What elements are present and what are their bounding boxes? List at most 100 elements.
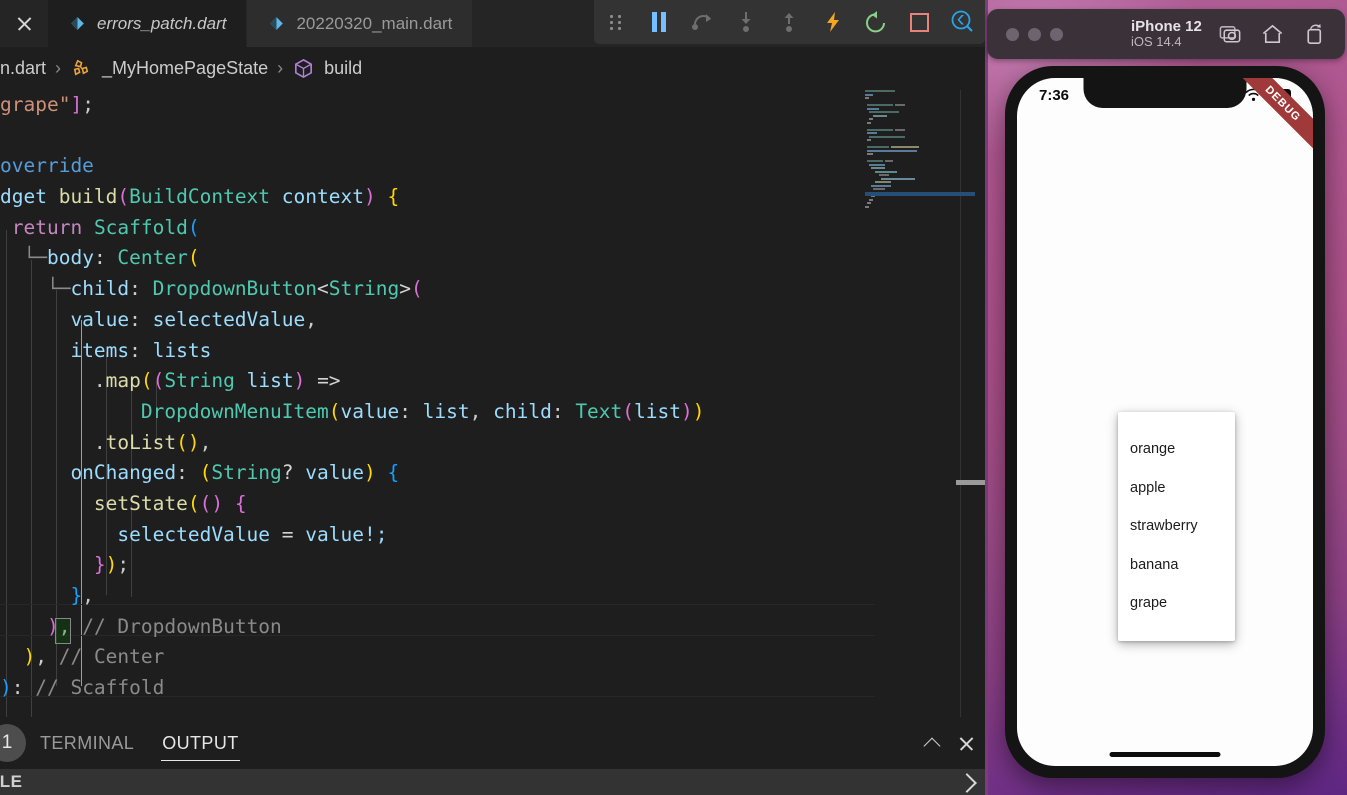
step-over-button[interactable] <box>681 0 724 44</box>
phone-screen[interactable]: 7:36 DEBUG orange apple strawberry banana gr… <box>1017 78 1313 766</box>
code-token: Text <box>575 399 623 423</box>
dropdown-menu-item[interactable]: orange <box>1118 430 1235 469</box>
code-line: .toList(), <box>0 428 705 459</box>
code-token: // DropdownButton <box>82 614 282 638</box>
minimap-row <box>865 125 975 127</box>
code-token: > <box>399 277 411 301</box>
minimap-token <box>895 128 905 131</box>
minimap-token <box>867 121 871 124</box>
minimap-token <box>867 104 893 106</box>
home-indicator <box>1109 752 1221 757</box>
minimap-token <box>865 90 895 92</box>
tab-20220320-main-dart[interactable]: 20220320_main.dart <box>247 0 474 47</box>
code-line: └─child: DropdownButton<String>( <box>0 274 705 305</box>
code-token: list <box>234 369 294 393</box>
zoom-window-dot[interactable] <box>1050 27 1063 41</box>
close-icon <box>16 15 33 32</box>
close-window-dot[interactable] <box>1006 27 1019 41</box>
step-into-button[interactable] <box>724 0 767 44</box>
breadcrumb-file[interactable]: n.dart <box>0 58 46 79</box>
code-content[interactable]: grape"]; override dget build(BuildContext … <box>0 90 705 704</box>
dropdown-menu[interactable]: orange apple strawberry banana grape <box>1118 412 1235 641</box>
code-token: // Scaffold <box>35 676 165 700</box>
code-token: context <box>270 185 364 209</box>
dart-file-icon <box>71 17 84 30</box>
code-token: map <box>105 369 141 393</box>
tab-label: 20220320_main.dart <box>296 13 453 33</box>
tab-errors-patch-dart[interactable]: errors_patch.dart <box>48 0 248 47</box>
dropdown-menu-item[interactable]: strawberry <box>1118 507 1235 546</box>
minimap-token <box>865 97 869 99</box>
tab-terminal[interactable]: TERMINAL <box>26 717 148 769</box>
editor-minimap[interactable] <box>865 90 975 717</box>
panel-tab-bar: 1 TERMINAL OUTPUT <box>0 717 985 769</box>
breadcrumb-separator: › <box>277 58 284 78</box>
code-token: ) <box>211 491 224 515</box>
hot-reload-button[interactable] <box>811 0 854 44</box>
minimap-token <box>875 170 897 173</box>
code-token: , <box>35 645 59 669</box>
code-token: => <box>317 369 341 393</box>
minimap-token <box>867 139 871 141</box>
code-token: ( <box>176 430 188 454</box>
close-panel-icon[interactable] <box>958 735 975 752</box>
minimap-row <box>865 202 975 204</box>
code-token: ( <box>187 246 200 270</box>
dropdown-menu-item[interactable]: grape <box>1118 584 1235 623</box>
problems-count-badge[interactable]: 1 <box>0 724 26 762</box>
minimap-row <box>865 163 975 166</box>
minimap-token <box>875 181 891 183</box>
code-token: { <box>387 185 400 209</box>
close-editor-button[interactable] <box>0 0 48 47</box>
flutter-inspector-icon <box>951 10 973 32</box>
breadcrumb-class[interactable]: _MyHomePageState <box>102 58 268 79</box>
dropdown-menu-item[interactable]: banana <box>1118 546 1235 585</box>
code-token: ) <box>105 553 118 577</box>
code-token: : <box>129 307 153 331</box>
breadcrumb-method[interactable]: build <box>324 58 362 79</box>
minimap-token <box>867 149 917 152</box>
minimap-token <box>869 118 873 120</box>
step-out-icon <box>784 13 794 32</box>
editor-scrollbar-marker[interactable] <box>956 480 985 485</box>
device-notch <box>1083 78 1247 108</box>
screenshot-camera-icon[interactable] <box>1218 22 1243 47</box>
code-editor[interactable]: grape"]; override dget build(BuildContext … <box>0 90 985 717</box>
rotate-device-icon[interactable] <box>1302 22 1327 47</box>
minimap-token <box>865 93 873 96</box>
widget-inspector-button[interactable] <box>942 0 985 44</box>
dropdown-menu-item[interactable]: apple <box>1118 469 1235 508</box>
panel-content: OLE <box>0 769 985 795</box>
minimap-row <box>865 146 975 148</box>
code-line: }, <box>0 581 705 612</box>
code-token: value <box>0 307 130 331</box>
window-traffic-lights[interactable] <box>1006 27 1063 41</box>
collapse-panel-icon[interactable] <box>924 734 942 752</box>
code-token: , <box>199 430 212 454</box>
home-button-icon[interactable] <box>1260 22 1285 47</box>
pause-button[interactable] <box>637 0 680 44</box>
code-token: BuildContext <box>129 185 271 209</box>
stop-button[interactable] <box>898 0 941 44</box>
code-token: < <box>317 277 329 301</box>
code-line: return Scaffold( <box>0 213 705 244</box>
minimap-row <box>865 101 975 103</box>
simulator-titlebar[interactable]: iPhone 12 iOS 14.4 <box>987 9 1345 59</box>
minimap-token <box>895 104 905 106</box>
code-token: String <box>328 277 400 301</box>
step-out-button[interactable] <box>768 0 811 44</box>
step-over-icon <box>691 14 711 30</box>
tab-output[interactable]: OUTPUT <box>148 717 252 769</box>
minimize-window-dot[interactable] <box>1028 27 1041 41</box>
code-token: ) <box>0 676 12 700</box>
minimap-row <box>865 157 975 159</box>
hot-restart-button[interactable] <box>855 0 898 44</box>
code-token: ( <box>410 277 423 301</box>
breadcrumb[interactable]: n.dart › _MyHomePageState › build <box>0 47 985 90</box>
code-token: , <box>469 399 494 423</box>
code-line: value: selectedValue, <box>0 305 705 336</box>
drag-handle-icon[interactable] <box>594 0 637 44</box>
chevron-right-icon[interactable] <box>955 771 977 793</box>
